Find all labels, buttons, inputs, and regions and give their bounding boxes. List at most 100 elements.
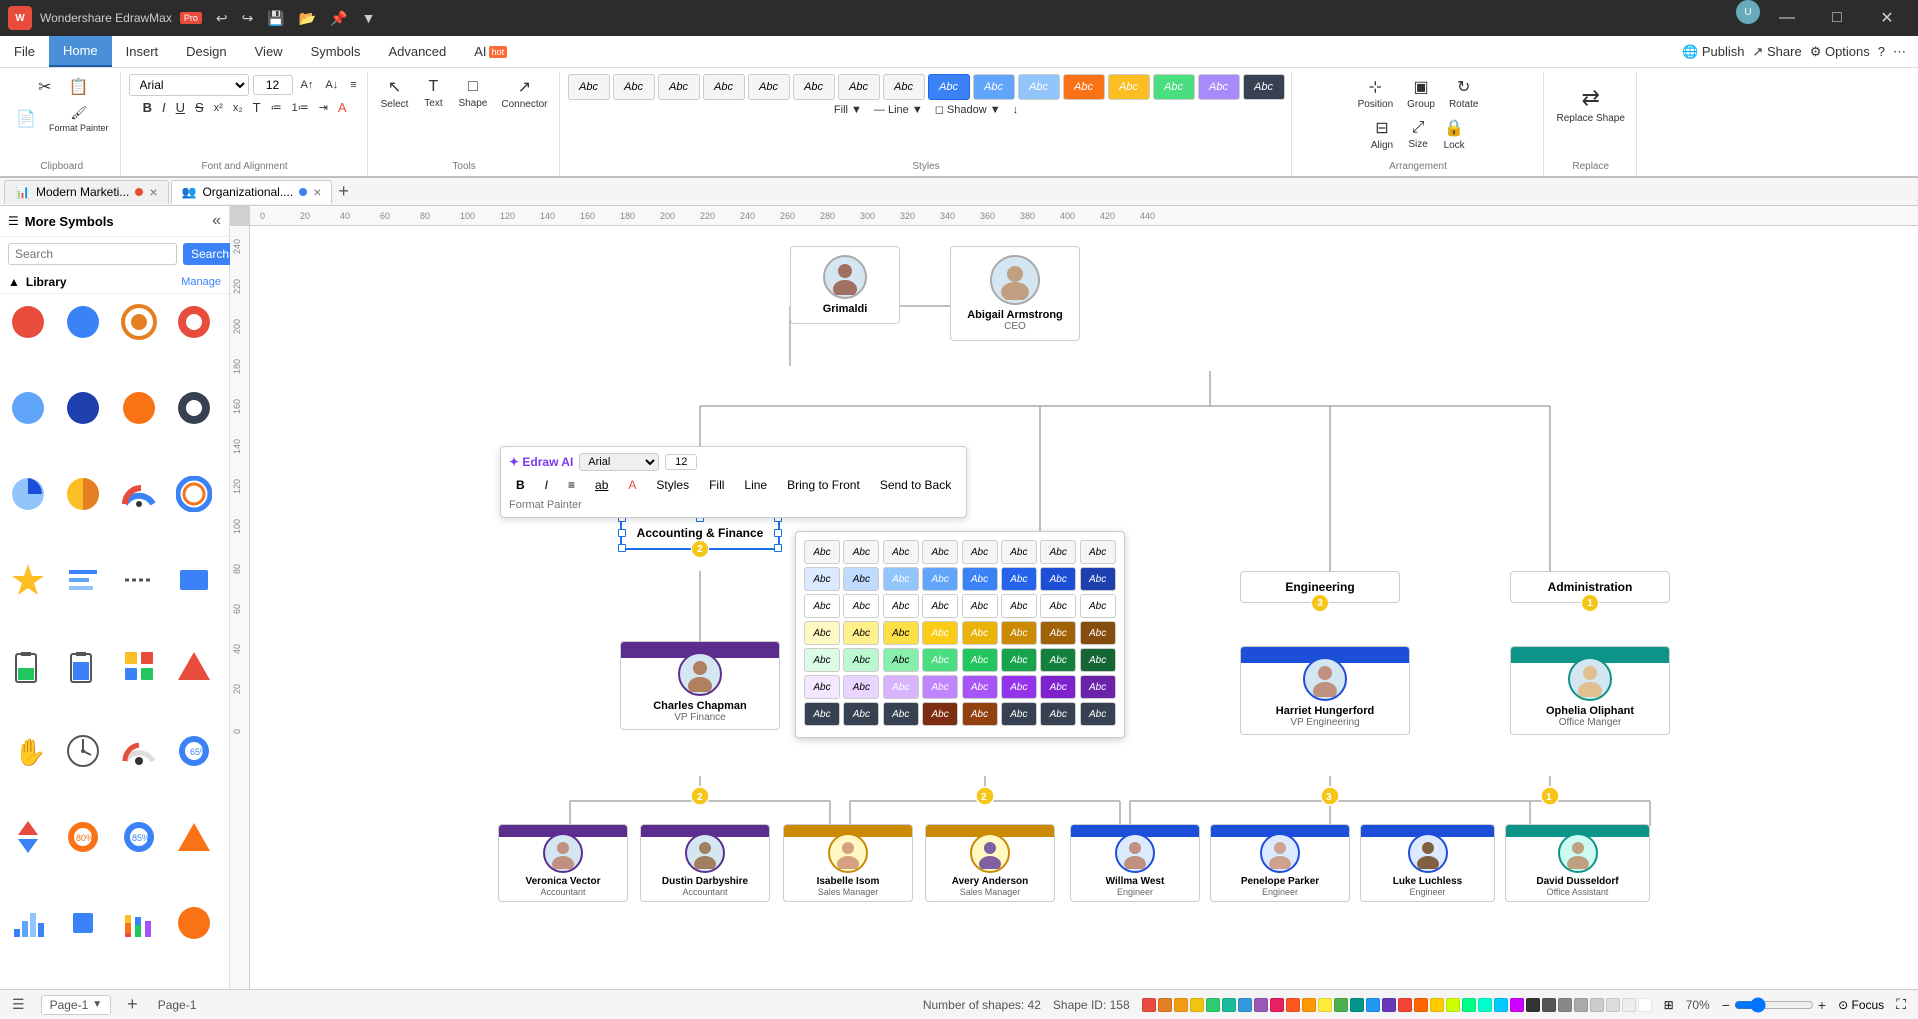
sp-btn-5[interactable]: Abc [962,540,998,564]
sp-btn-y7[interactable]: Abc [1040,621,1076,645]
willma-node[interactable]: Willma West Engineer [1070,824,1200,902]
float-line[interactable]: Line [737,475,774,495]
sp-btn-b1[interactable]: Abc [804,567,840,591]
symbol-multi-bars[interactable] [117,901,161,945]
symbol-arrows[interactable] [6,815,50,859]
sp-btn-p4[interactable]: Abc [922,675,958,699]
sp-btn-n8[interactable]: Abc [1080,594,1116,618]
sp-btn-d3[interactable]: Abc [883,702,919,726]
sp-btn-d2[interactable]: Abc [843,702,879,726]
sp-btn-y2[interactable]: Abc [843,621,879,645]
symbol-80pct[interactable]: 80% [61,815,105,859]
charles-node[interactable]: Charles Chapman VP Finance [620,641,780,730]
symbol-gauge[interactable] [117,472,161,516]
color-swatch-o2[interactable] [1414,998,1428,1012]
sp-btn-b2[interactable]: Abc [843,567,879,591]
sp-btn-p3[interactable]: Abc [883,675,919,699]
ceo-node[interactable]: Abigail Armstrong CEO [950,246,1080,341]
sp-btn-2[interactable]: Abc [843,540,879,564]
float-font-size[interactable] [665,454,697,470]
sp-btn-g3[interactable]: Abc [883,648,919,672]
style-abc-13[interactable]: Abc [1108,74,1150,100]
symbol-donut-blue[interactable]: 65% [172,729,216,773]
symbol-blue-donut[interactable] [6,386,50,430]
float-bring-front[interactable]: Bring to Front [780,475,867,495]
sp-btn-g4[interactable]: Abc [922,648,958,672]
color-swatch-deep-purple[interactable] [1382,998,1396,1012]
style-abc-2[interactable]: Abc [613,74,655,100]
sp-btn-p8[interactable]: Abc [1080,675,1116,699]
float-align-left[interactable]: ≡ [561,475,582,495]
color-swatch-xlg[interactable] [1606,998,1620,1012]
color-swatch-teal[interactable] [1222,998,1236,1012]
italic-button[interactable]: I [158,99,170,116]
zoom-in-button[interactable]: + [1818,997,1826,1013]
symbol-grid-dots[interactable] [117,644,161,688]
color-swatch-amber[interactable] [1302,998,1316,1012]
administration-node[interactable]: Administration 1 [1510,571,1670,603]
color-swatch-green[interactable] [1206,998,1220,1012]
color-swatch-p2[interactable] [1510,998,1524,1012]
lock-button[interactable]: 🔒Lock [1438,115,1470,154]
veronica-node[interactable]: Veronica Vector Accountant [498,824,628,902]
symbol-rect-blue[interactable] [172,558,216,602]
position-button[interactable]: ⊹Position [1353,74,1399,113]
style-abc-12[interactable]: Abc [1063,74,1105,100]
float-font-color[interactable]: A [621,475,643,495]
symbol-bars[interactable] [6,901,50,945]
sp-btn-b3[interactable]: Abc [883,567,919,591]
strikethrough-button[interactable]: S [191,99,208,116]
color-swatch-dark[interactable] [1526,998,1540,1012]
color-swatch-purple[interactable] [1254,998,1268,1012]
sp-btn-g5[interactable]: Abc [962,648,998,672]
style-abc-10[interactable]: Abc [973,74,1015,100]
sp-btn-n1[interactable]: Abc [804,594,840,618]
float-font-selector[interactable]: Arial [579,453,659,471]
select-button[interactable]: ↖ Select [376,74,414,113]
symbol-orange-circle[interactable] [117,386,161,430]
font-selector[interactable]: Arial Times New Roman Calibri [129,74,249,96]
color-swatch-dark2[interactable] [1542,998,1556,1012]
sp-btn-d5[interactable]: Abc [962,702,998,726]
sp-btn-g8[interactable]: Abc [1080,648,1116,672]
engineering-node[interactable]: Engineering 3 [1240,571,1400,603]
float-send-back[interactable]: Send to Back [873,475,958,495]
ophelia-node[interactable]: Ophelia Oliphant Office Manger [1510,646,1670,735]
subscript-button[interactable]: x₂ [229,101,247,115]
symbol-lines[interactable] [61,558,105,602]
dustin-node[interactable]: Dustin Darbyshire Accountant [640,824,770,902]
symbol-blue-bar[interactable] [61,901,105,945]
float-italic[interactable]: I [538,475,555,495]
indent-button[interactable]: ⇥ [315,100,332,115]
sp-btn-y8[interactable]: Abc [1080,621,1116,645]
shadow-button[interactable]: ◻ Shadow ▼ [931,102,1005,117]
color-swatch-gray[interactable] [1558,998,1572,1012]
sp-btn-b7[interactable]: Abc [1040,567,1076,591]
style-abc-3[interactable]: Abc [658,74,700,100]
menu-ai[interactable]: AI hot [460,36,521,67]
paste-button[interactable]: 📄 [10,106,42,132]
shape-tool-button[interactable]: □ Shape [453,75,492,112]
style-abc-16[interactable]: Abc [1243,74,1285,100]
sp-btn-n3[interactable]: Abc [883,594,919,618]
fill-button[interactable]: Fill ▼ [830,103,866,117]
float-bold[interactable]: B [509,475,532,495]
symbol-dark-ring[interactable] [172,386,216,430]
sp-btn-g2[interactable]: Abc [843,648,879,672]
sp-btn-b6[interactable]: Abc [1001,567,1037,591]
sp-btn-6[interactable]: Abc [1001,540,1037,564]
help-button[interactable]: ? [1878,44,1885,59]
symbol-85pct[interactable]: 85% [117,815,161,859]
color-swatch-tc[interactable] [1478,998,1492,1012]
style-abc-11[interactable]: Abc [1018,74,1060,100]
color-swatch-deep-orange[interactable] [1286,998,1300,1012]
library-expand-icon[interactable]: ▲ [8,275,20,289]
style-abc-4[interactable]: Abc [703,74,745,100]
sp-btn-d8[interactable]: Abc [1080,702,1116,726]
symbol-triangle[interactable] [172,644,216,688]
list-button[interactable]: ≔ [267,100,286,115]
font-size-input[interactable] [253,75,293,95]
symbol-battery[interactable] [6,644,50,688]
sp-btn-y6[interactable]: Abc [1001,621,1037,645]
style-abc-8[interactable]: Abc [883,74,925,100]
